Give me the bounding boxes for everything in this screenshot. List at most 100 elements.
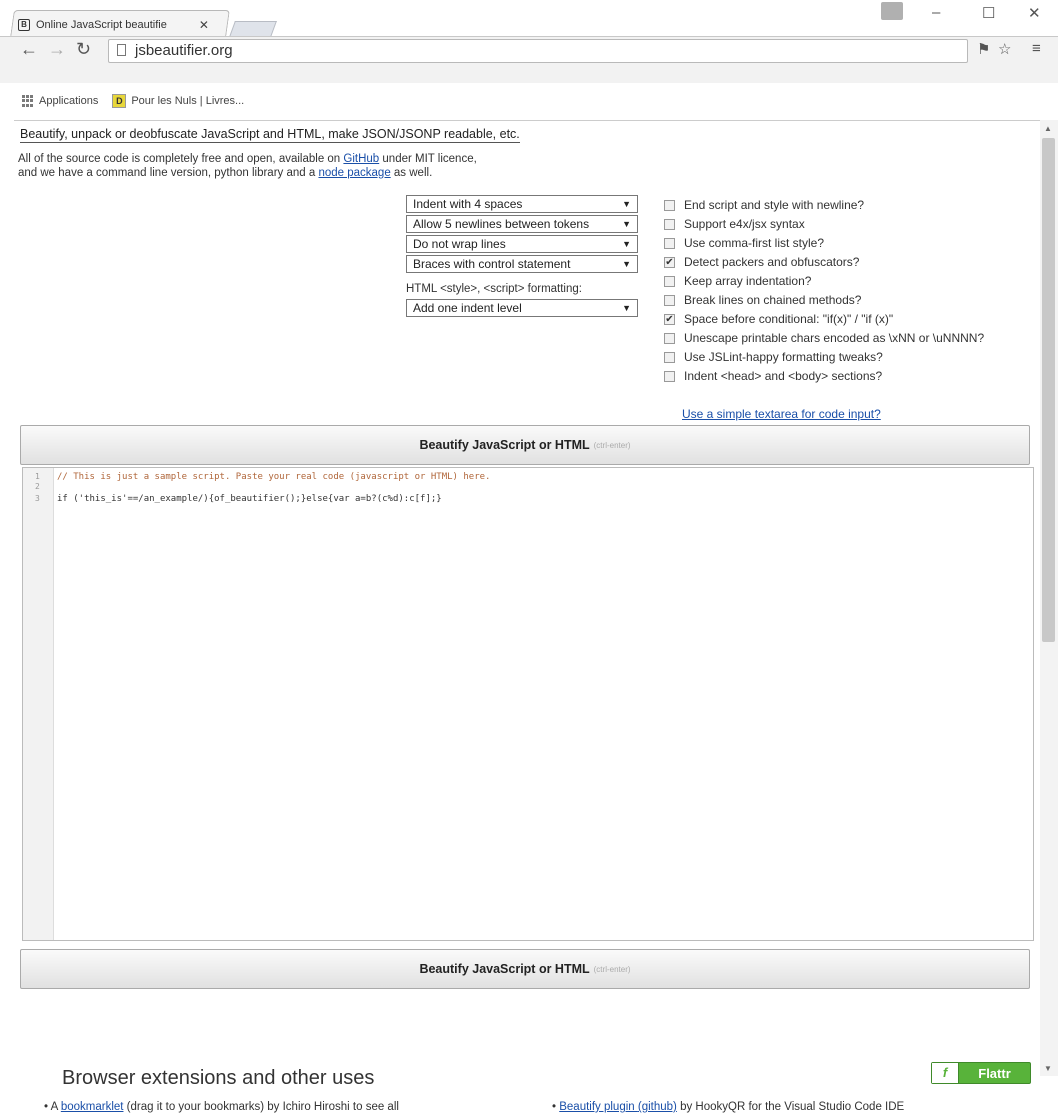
option-detect-packers[interactable]: ✔ Detect packers and obfuscators? <box>664 254 859 270</box>
select-value: Indent with 4 spaces <box>413 197 523 211</box>
code-line-sample[interactable]: if ('this_is'==/an_example/){of_beautifi… <box>57 494 442 504</box>
select-value: Braces with control statement <box>413 257 571 271</box>
dropdown-arrow-icon: ▼ <box>622 199 631 209</box>
profile-icon[interactable] <box>881 2 903 20</box>
option-space-before-conditional[interactable]: ✔ Space before conditional: "if(x)" / "if… <box>664 311 893 327</box>
bookmark-applications[interactable]: Applications <box>22 95 98 107</box>
menu-icon[interactable]: ≡ <box>1032 40 1041 57</box>
newlines-select[interactable]: Allow 5 newlines between tokens ▼ <box>406 215 638 233</box>
checkbox[interactable] <box>664 294 675 306</box>
line-number: 2 <box>35 482 40 491</box>
apps-grid-icon <box>22 95 34 107</box>
page-scrollbar[interactable]: ▲ ▼ <box>1040 120 1058 1076</box>
beautify-button-bottom[interactable]: Beautify JavaScript or HTML (ctrl-enter) <box>20 949 1030 989</box>
code-editor[interactable]: 1 2 3 // This is just a sample script. P… <box>22 467 1034 941</box>
dropdown-arrow-icon: ▼ <box>622 259 631 269</box>
scrollbar-thumb[interactable] <box>1042 138 1055 642</box>
url-text[interactable]: jsbeautifier.org <box>135 42 233 59</box>
checkbox-checked[interactable]: ✔ <box>664 256 675 268</box>
node-package-link[interactable]: node package <box>318 167 390 179</box>
option-label: Unescape printable chars encoded as \xNN… <box>684 331 985 345</box>
tab-close-icon[interactable]: ✕ <box>199 18 209 32</box>
github-plugin-link[interactable]: (github) <box>638 1101 677 1113</box>
checkbox[interactable] <box>664 199 675 211</box>
brace-style-select[interactable]: Braces with control statement ▼ <box>406 255 638 273</box>
intro-text: as well. <box>390 167 433 179</box>
option-label: Support e4x/jsx syntax <box>684 217 805 231</box>
checkbox[interactable] <box>664 218 675 230</box>
option-e4x[interactable]: Support e4x/jsx syntax <box>664 216 805 232</box>
checkbox[interactable] <box>664 237 675 249</box>
intro-text: under MIT licence, <box>379 153 477 165</box>
flattr-label: Flattr <box>978 1065 1011 1081</box>
scroll-down-icon[interactable]: ▼ <box>1044 1064 1052 1073</box>
beautify-plugin-link[interactable]: Beautify plugin <box>559 1101 638 1113</box>
option-label: Use JSLint-happy formatting tweaks? <box>684 350 883 364</box>
option-label: Indent <head> and <body> sections? <box>684 369 883 383</box>
flattr-button[interactable]: f Flattr <box>931 1062 1031 1084</box>
list-text: A <box>50 1101 61 1113</box>
option-comma-first[interactable]: Use comma-first list style? <box>664 235 824 251</box>
option-end-with-newline[interactable]: End script and style with newline? <box>664 197 864 213</box>
button-label: Beautify JavaScript or HTML <box>419 438 590 452</box>
bookmarklet-link[interactable]: bookmarklet <box>61 1101 124 1113</box>
close-window-icon[interactable]: ✕ <box>1028 4 1041 22</box>
list-item-vscode-plugin: • Beautify plugin (github) by HookyQR fo… <box>552 1101 905 1113</box>
intro-text-line1: All of the source code is completely fre… <box>18 153 477 165</box>
html-format-select[interactable]: Add one indent level ▼ <box>406 299 638 317</box>
checkbox[interactable] <box>664 370 675 382</box>
intro-text: All of the source code is completely fre… <box>18 153 344 165</box>
checkbox-checked[interactable]: ✔ <box>664 313 675 325</box>
bookmark-pour-les-nuls[interactable]: D Pour les Nuls | Livres... <box>112 94 244 108</box>
bookmark-label: Pour les Nuls | Livres... <box>131 95 245 107</box>
beautify-button-top[interactable]: Beautify JavaScript or HTML (ctrl-enter) <box>20 425 1030 465</box>
shortcut-hint: (ctrl-enter) <box>593 440 631 450</box>
bookmark-label: Applications <box>39 95 99 107</box>
site-favicon-icon: B <box>18 19 30 31</box>
option-keep-array-indent[interactable]: Keep array indentation? <box>664 273 811 289</box>
simple-textarea-link[interactable]: Use a simple textarea for code input? <box>682 407 881 421</box>
github-link[interactable]: GitHub <box>343 153 379 165</box>
tab-title: Online JavaScript beautifie <box>36 19 167 31</box>
back-arrow-icon[interactable]: ← <box>20 39 38 60</box>
checkbox[interactable] <box>664 332 675 344</box>
bookmarks-bar: Applications D Pour les Nuls | Livres... <box>0 90 244 112</box>
page-content: Beautify, unpack or deobfuscate JavaScri… <box>14 120 1040 1113</box>
maximize-icon[interactable]: ☐ <box>982 4 995 22</box>
forward-arrow-icon[interactable]: → <box>48 39 66 60</box>
list-text: (drag it to your bookmarks) by Ichiro Hi… <box>123 1101 399 1113</box>
option-label: Space before conditional: "if(x)" / "if … <box>684 312 894 326</box>
new-tab-button[interactable] <box>229 21 277 37</box>
bookmark-star-icon[interactable]: ☆ <box>998 40 1011 58</box>
minimize-icon[interactable]: – <box>932 4 940 21</box>
line-number: 1 <box>35 472 40 481</box>
translate-icon[interactable]: ⚑ <box>977 40 990 58</box>
checkbox[interactable] <box>664 275 675 287</box>
code-line-comment[interactable]: // This is just a sample script. Paste y… <box>57 472 490 482</box>
option-label: Break lines on chained methods? <box>684 293 862 307</box>
browser-titlebar: B Online JavaScript beautifie ✕ – ☐ ✕ <box>0 0 1058 37</box>
reload-icon[interactable]: ↻ <box>76 39 91 60</box>
option-label: Keep array indentation? <box>684 274 812 288</box>
dropdown-arrow-icon: ▼ <box>622 219 631 229</box>
select-value: Add one indent level <box>413 301 522 315</box>
indent-select[interactable]: Indent with 4 spaces ▼ <box>406 195 638 213</box>
browser-tab-content[interactable]: B Online JavaScript beautifie ✕ <box>18 15 209 35</box>
shortcut-hint: (ctrl-enter) <box>593 964 631 974</box>
wrap-lines-select[interactable]: Do not wrap lines ▼ <box>406 235 638 253</box>
list-item-bookmarklet: • A bookmarklet (drag it to your bookmar… <box>44 1101 399 1113</box>
dropdown-arrow-icon: ▼ <box>622 239 631 249</box>
checkbox[interactable] <box>664 351 675 363</box>
select-value: Allow 5 newlines between tokens <box>413 217 590 231</box>
option-unescape-strings[interactable]: Unescape printable chars encoded as \xNN… <box>664 330 984 346</box>
option-indent-head-body[interactable]: Indent <head> and <body> sections? <box>664 368 882 384</box>
intro-text: and we have a command line version, pyth… <box>18 167 319 179</box>
line-number-gutter: 1 2 3 <box>23 468 54 940</box>
scroll-up-icon[interactable]: ▲ <box>1044 124 1052 133</box>
page-icon <box>117 44 126 56</box>
option-jslint-happy[interactable]: Use JSLint-happy formatting tweaks? <box>664 349 883 365</box>
button-label: Beautify JavaScript or HTML <box>419 962 590 976</box>
option-break-chained[interactable]: Break lines on chained methods? <box>664 292 861 308</box>
address-bar[interactable]: jsbeautifier.org <box>108 39 968 63</box>
flattr-logo-icon: f <box>932 1063 959 1083</box>
